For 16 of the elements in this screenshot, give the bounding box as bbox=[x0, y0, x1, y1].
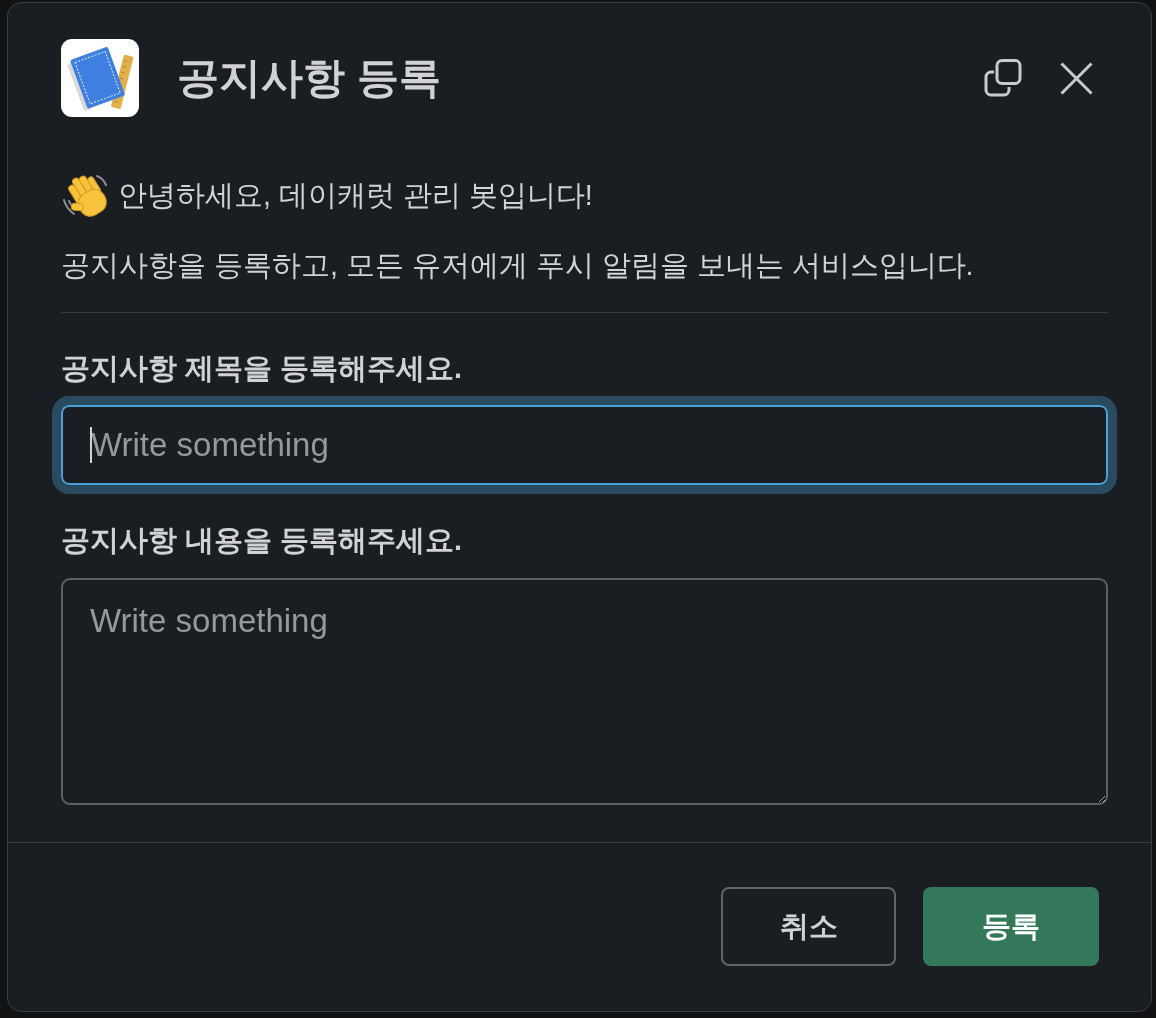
field-label: 공지사항 내용을 등록해주세요. bbox=[61, 523, 462, 558]
copy-icon bbox=[984, 59, 1022, 97]
text-input-field[interactable]: Write something bbox=[52, 396, 1117, 494]
text-cursor-icon bbox=[90, 427, 92, 463]
close-button[interactable] bbox=[1060, 61, 1093, 95]
submit-button[interactable]: 등록 bbox=[923, 887, 1099, 966]
description-text: 공지사항을 등록하고, 모든 유저에게 푸시 알림을 보내는 서비스입니다. bbox=[61, 248, 974, 283]
dialog-title: 공지사항 등록 bbox=[177, 52, 441, 103]
cancel-button[interactable]: 취소 bbox=[721, 887, 896, 966]
textarea-field[interactable]: Write something bbox=[61, 578, 1108, 805]
copy-button[interactable] bbox=[984, 59, 1022, 97]
close-icon bbox=[1060, 61, 1093, 95]
field-label: 공지사항 제목을 등록해주세요. bbox=[61, 351, 462, 386]
book-ruler-icon bbox=[61, 39, 139, 117]
greeting-text: 안녕하세요, 데이캐럿 관리 봇입니다! bbox=[118, 178, 593, 213]
waving-hand-icon bbox=[61, 172, 108, 218]
